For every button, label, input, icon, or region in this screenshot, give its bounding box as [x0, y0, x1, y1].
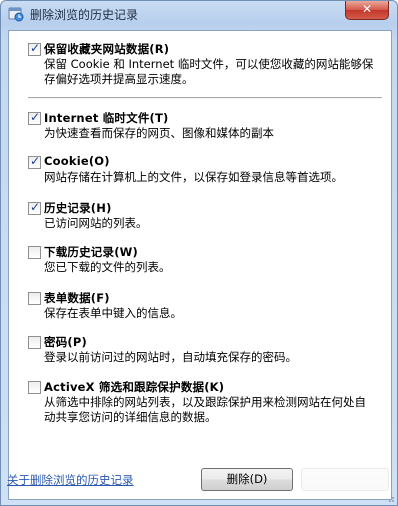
- option-download-history: 下载历史记录(W) 您已下载的文件的列表。: [28, 244, 373, 276]
- delete-button[interactable]: 删除(D): [201, 468, 293, 491]
- option-activex-tracking: ActiveX 筛选和跟踪保护数据(K) 从筛选中排除的网站列表，以及跟踪保护用…: [28, 379, 373, 427]
- check-mark: ✓: [30, 154, 41, 168]
- check-mark: ✓: [30, 41, 41, 55]
- option-description: 网站存储在计算机上的文件，以保存如登录信息等首选项。: [44, 170, 343, 184]
- option-description: 已访问网站的列表。: [44, 216, 148, 230]
- dialog-content: ✓ 保留收藏夹网站数据(R) 保留 Cookie 和 Internet 临时文件…: [7, 30, 392, 500]
- option-label[interactable]: 表单数据(F): [44, 290, 110, 306]
- checkbox-passwords[interactable]: [28, 336, 41, 349]
- option-cookies: ✓ Cookie(O) 网站存储在计算机上的文件，以保存如登录信息等首选项。: [28, 154, 373, 186]
- option-label[interactable]: 历史记录(H): [44, 200, 112, 216]
- option-label[interactable]: ActiveX 筛选和跟踪保护数据(K): [44, 379, 224, 395]
- option-description: 登录以前访问过的网站时，自动填充保存的密码。: [44, 350, 297, 364]
- checkbox-activex-tracking[interactable]: [28, 381, 41, 394]
- checkbox-preserve-favorites[interactable]: ✓: [28, 41, 41, 56]
- close-button[interactable]: ✕: [345, 1, 389, 20]
- checkbox-temporary-files[interactable]: ✓: [28, 110, 41, 125]
- separator: [28, 97, 382, 99]
- option-label[interactable]: 保留收藏夹网站数据(R): [44, 41, 169, 57]
- ie-history-icon: [8, 7, 24, 22]
- check-mark: ✓: [30, 200, 41, 214]
- option-label[interactable]: 下载历史记录(W): [44, 244, 138, 260]
- option-label[interactable]: 密码(P): [44, 334, 87, 350]
- option-history: ✓ 历史记录(H) 已访问网站的列表。: [28, 200, 373, 232]
- option-preserve-favorites: ✓ 保留收藏夹网站数据(R) 保留 Cookie 和 Internet 临时文件…: [28, 41, 373, 89]
- option-description: 保存在表单中键入的信息。: [44, 306, 182, 320]
- option-passwords: 密码(P) 登录以前访问过的网站时，自动填充保存的密码。: [28, 334, 373, 366]
- checkbox-history[interactable]: ✓: [28, 200, 41, 215]
- checkbox-download-history[interactable]: [28, 246, 41, 259]
- option-form-data: 表单数据(F) 保存在表单中键入的信息。: [28, 290, 373, 322]
- option-description: 您已下载的文件的列表。: [44, 260, 171, 274]
- option-description: 从筛选中排除的网站列表，以及跟踪保护用来检测网站在何处自动共享您访问的详细信息的…: [44, 395, 366, 424]
- about-deleting-history-link[interactable]: 关于删除浏览的历史记录: [7, 472, 134, 488]
- cancel-button[interactable]: [301, 468, 389, 491]
- delete-history-dialog: 删除浏览的历史记录 ✕ ✓ 保留收藏夹网站数据(R) 保留 Cookie 和 I…: [0, 0, 398, 506]
- resize-grip-icon[interactable]: [385, 493, 395, 503]
- window-title: 删除浏览的历史记录: [30, 8, 139, 22]
- checkbox-cookies[interactable]: ✓: [28, 154, 41, 169]
- option-label[interactable]: Internet 临时文件(T): [44, 110, 168, 126]
- checkbox-form-data[interactable]: [28, 292, 41, 305]
- title-bar[interactable]: 删除浏览的历史记录 ✕: [1, 1, 397, 29]
- option-temporary-files: ✓ Internet 临时文件(T) 为快速查看而保存的网页、图像和媒体的副本: [28, 110, 373, 142]
- option-label[interactable]: Cookie(O): [44, 154, 110, 168]
- option-description: 为快速查看而保存的网页、图像和媒体的副本: [44, 126, 274, 140]
- option-description: 保留 Cookie 和 Internet 临时文件，可以使您收藏的网站能够保存偏…: [44, 57, 374, 86]
- check-mark: ✓: [30, 110, 41, 124]
